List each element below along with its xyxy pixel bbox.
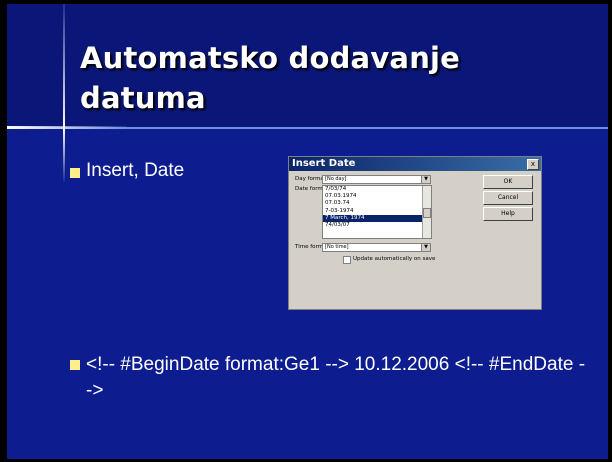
cancel-button[interactable]: Cancel [483,191,533,205]
list-item[interactable]: 7/03/74 [323,186,431,193]
bullet-square-icon [70,168,80,178]
list-item[interactable]: 7-03-1974 [323,208,431,215]
list-item-selected[interactable]: 7 March, 1974 [323,214,431,223]
list-item[interactable]: 07.03.74 [323,200,431,207]
chevron-down-icon[interactable]: ▼ [421,176,430,183]
day-format-value: [No day] [325,176,347,182]
dialog-titlebar: Insert Date x [289,157,541,171]
bullet-text-begindate: <!-- #BeginDate format:Ge1 --> 10.12.200… [86,354,586,401]
date-format-list[interactable]: 7/03/74 07.03.1974 07.03.74 7-03-1974 7 … [322,185,432,239]
insert-date-dialog-screenshot: Insert Date x Day format: [No day] ▼ Dat… [288,156,542,310]
frame-top [0,0,612,4]
time-format-value: [No time] [325,244,349,250]
bullet-text-insert-date: Insert, Date [86,160,185,181]
vertical-accent-line [63,4,65,182]
list-item[interactable]: 07.03.1974 [323,193,431,200]
scrollbar-thumb[interactable] [423,208,431,218]
list-scrollbar[interactable] [422,186,431,238]
bullet-square-icon [70,360,80,370]
close-icon[interactable]: x [527,159,539,170]
chevron-down-icon[interactable]: ▼ [421,244,430,251]
frame-left [0,0,7,462]
slide: Automatsko dodavanje datuma Insert, Date… [0,0,612,462]
time-format-select[interactable]: [No time] ▼ [322,243,431,252]
dialog-title: Insert Date [292,158,356,169]
day-format-select[interactable]: [No day] ▼ [322,175,431,184]
help-button[interactable]: Help [483,207,533,221]
frame-right [608,0,612,462]
ok-button[interactable]: OK [483,175,533,189]
update-checkbox-label: Update automatically on save [353,256,436,262]
title-divider-highlight [7,126,127,129]
list-item[interactable]: 74/03/07 [323,222,431,229]
slide-title: Automatsko dodavanje datuma [80,41,461,115]
update-checkbox[interactable] [343,256,351,264]
